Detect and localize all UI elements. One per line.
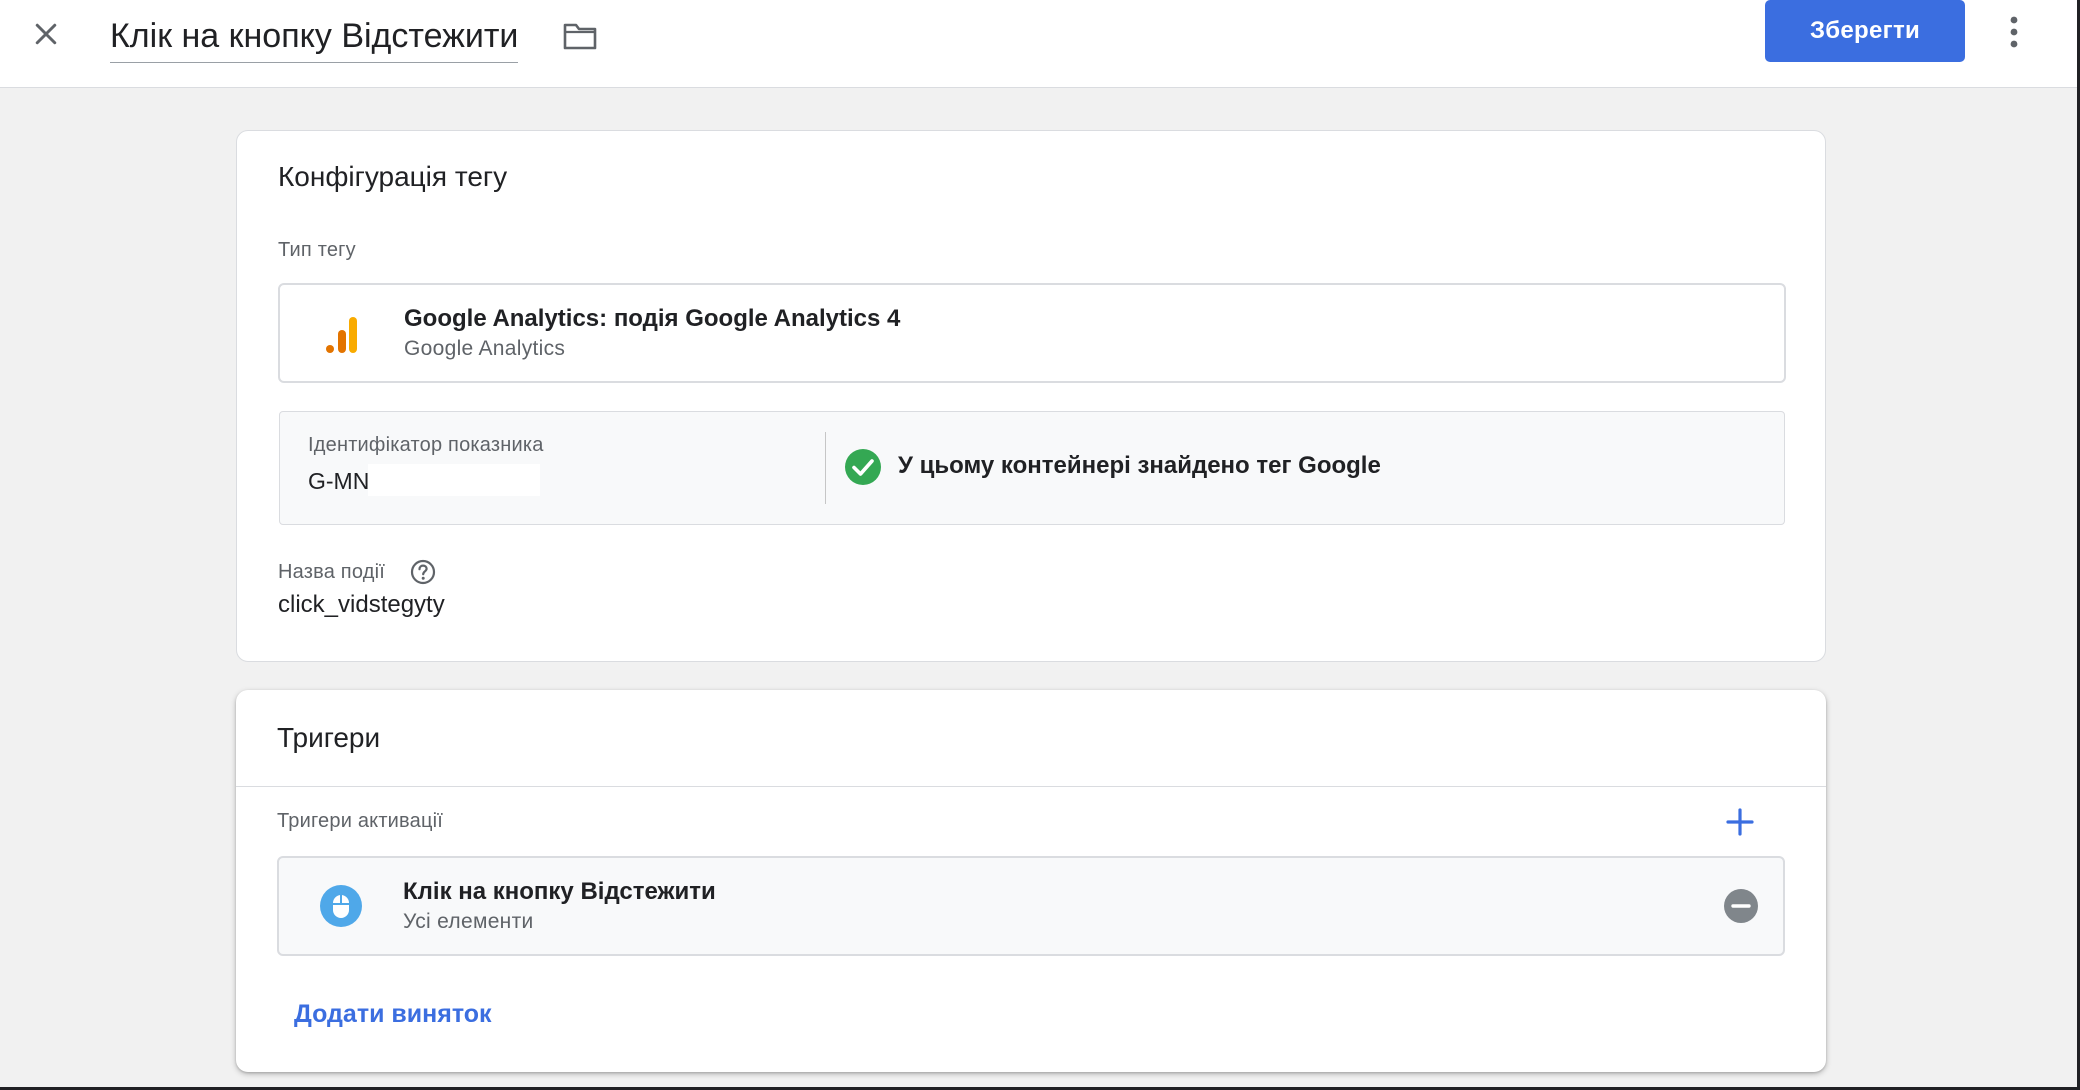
triggers-card: Тригери Тригери активації Клік на кнопку…: [236, 690, 1826, 1072]
top-bar: Клік на кнопку Відстежити Зберегти: [0, 0, 2080, 88]
more-vert-icon: [2010, 16, 2018, 48]
tag-type-selector[interactable]: Google Analytics: подія Google Analytics…: [278, 283, 1786, 383]
divider: [825, 432, 826, 504]
save-button[interactable]: Зберегти: [1765, 0, 1965, 62]
google-tag-found-status: У цьому контейнері знайдено тег Google: [898, 452, 1381, 479]
measurement-id-label: Ідентифікатор показника: [308, 434, 544, 456]
add-trigger-button[interactable]: [1718, 800, 1762, 844]
event-name-value[interactable]: click_vidstegyty: [278, 591, 445, 619]
plus-icon: [1726, 808, 1754, 836]
mouse-click-icon: [320, 885, 362, 927]
firing-triggers-label: Тригери активації: [277, 810, 444, 832]
redacted-area: [368, 464, 540, 496]
folder-button[interactable]: [558, 14, 602, 58]
measurement-id-section: Ідентифікатор показника G-MN У цьому кон…: [279, 411, 1785, 525]
card-title: Конфігурація тегу: [278, 161, 508, 192]
tag-type-label: Тип тегу: [278, 239, 356, 261]
close-icon: [35, 23, 57, 45]
tag-type-name: Google Analytics: подія Google Analytics…: [404, 305, 901, 332]
card-title: Тригери: [277, 722, 381, 753]
trigger-item[interactable]: Клік на кнопку Відстежити Усі елементи: [277, 856, 1785, 956]
event-name-label: Назва події: [278, 561, 385, 583]
help-circle-icon[interactable]: [410, 559, 436, 585]
trigger-name: Клік на кнопку Відстежити: [403, 878, 716, 905]
tag-type-vendor: Google Analytics: [404, 337, 566, 360]
tag-configuration-card[interactable]: Конфігурація тегу Тип тегу Google Analyt…: [236, 130, 1826, 662]
divider: [236, 786, 1826, 787]
tag-name-input[interactable]: Клік на кнопку Відстежити: [110, 10, 519, 63]
google-analytics-icon: [326, 317, 357, 353]
close-button[interactable]: [24, 12, 68, 56]
folder-icon: [563, 23, 597, 50]
add-exception-link[interactable]: Додати виняток: [294, 1000, 492, 1029]
check-circle-icon: [845, 449, 881, 485]
measurement-id-input[interactable]: G-MN: [308, 468, 369, 495]
trigger-subtitle: Усі елементи: [403, 910, 534, 933]
more-options-button[interactable]: [1994, 8, 2034, 56]
remove-trigger-icon[interactable]: [1723, 888, 1759, 924]
